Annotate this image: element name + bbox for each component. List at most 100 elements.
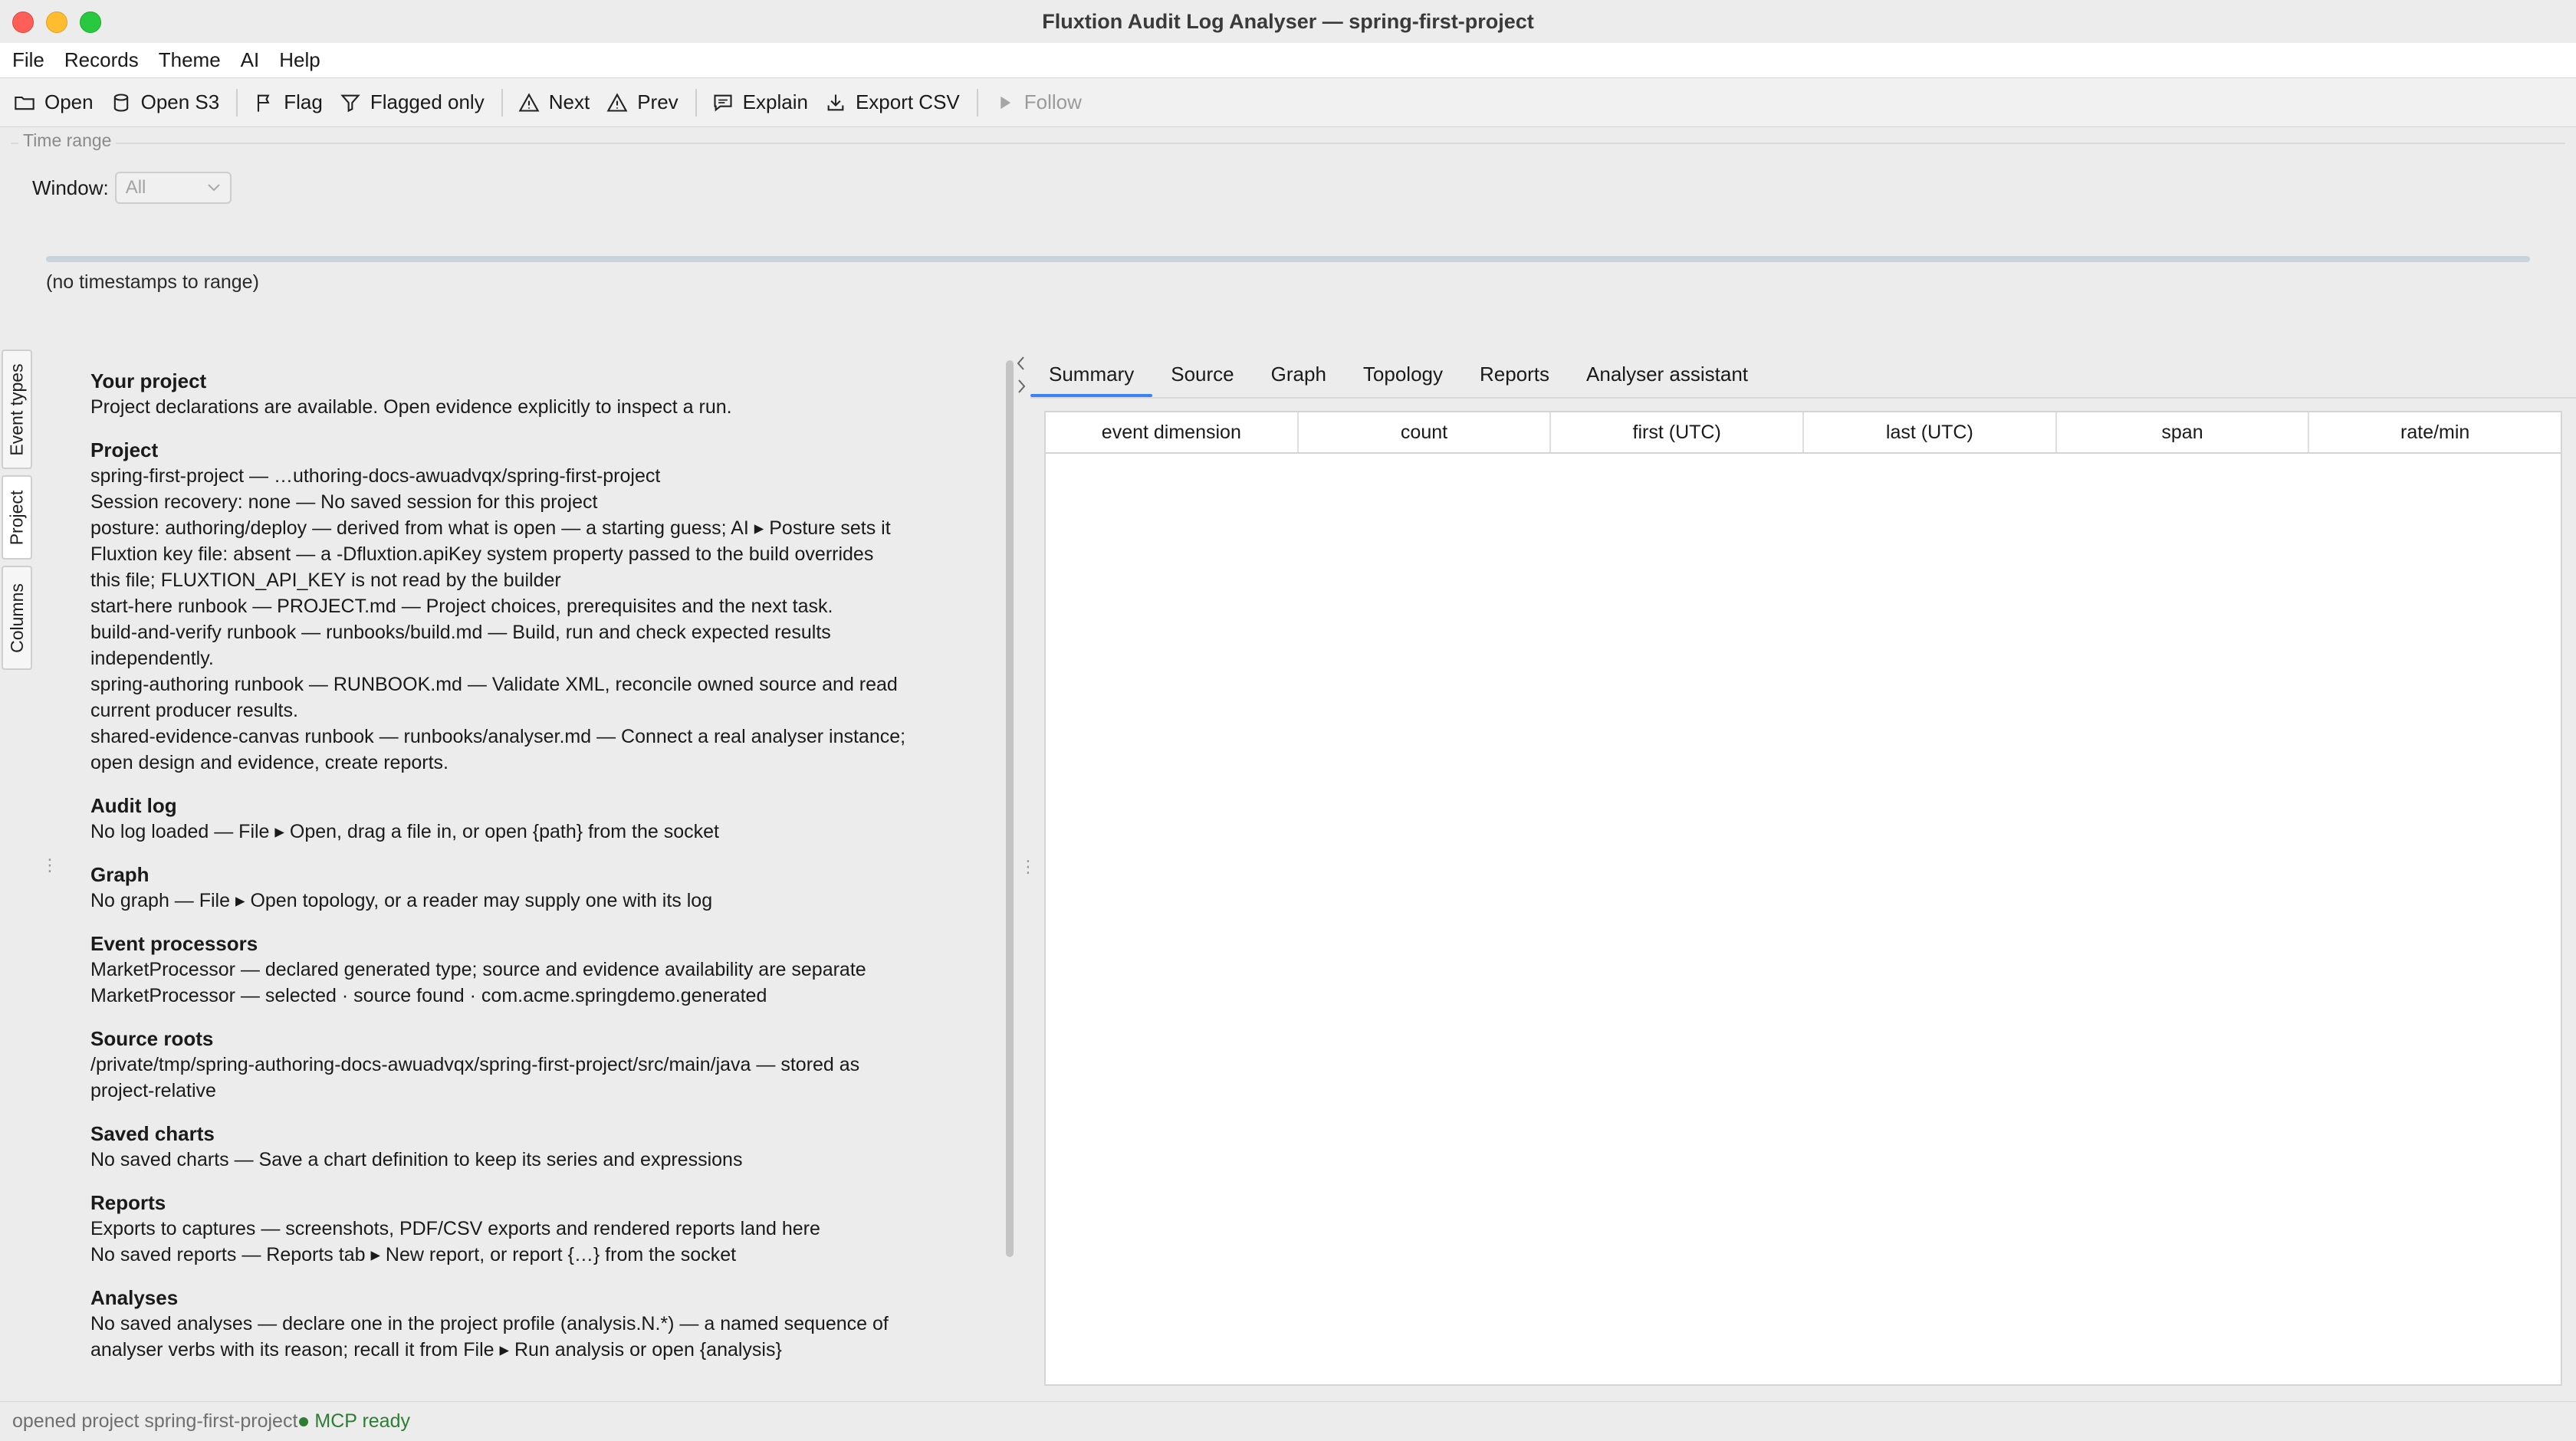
follow-button[interactable]: Follow	[994, 90, 1082, 114]
project-section-line: shared-evidence-canvas runbook — runbook…	[90, 726, 906, 747]
flag-button[interactable]: Flag	[253, 90, 323, 114]
zoom-window-button[interactable]	[80, 11, 101, 33]
follow-button-label: Follow	[1024, 90, 1082, 113]
flagged-only-button[interactable]: Flagged only	[340, 90, 485, 114]
open-button-label: Open	[44, 90, 94, 113]
tab-topology[interactable]: Topology	[1345, 363, 1461, 397]
window-title: Fluxtion Audit Log Analyser — spring-fir…	[1042, 9, 1534, 33]
project-section-line: Exports to captures — screenshots, PDF/C…	[90, 1218, 820, 1239]
close-window-button[interactable]	[12, 11, 34, 33]
side-tab-event-types[interactable]: Event types	[2, 350, 32, 469]
chevron-left-icon[interactable]	[1014, 354, 1029, 373]
project-section: Saved charts No saved charts — Save a cha…	[90, 1121, 1003, 1173]
project-section: Project spring-first-project — …uthoring-…	[90, 437, 1003, 776]
flag-icon	[258, 94, 270, 112]
column-header-first[interactable]: first (UTC)	[1551, 412, 1805, 452]
menu-ai[interactable]: AI	[241, 48, 260, 72]
tab-summary[interactable]: Summary	[1030, 363, 1153, 397]
prev-button-label: Prev	[637, 90, 678, 113]
time-range-note: (no timestamps to range)	[46, 271, 259, 293]
explain-button-label: Explain	[742, 90, 808, 113]
side-tab-label: Project	[6, 490, 27, 545]
column-header-rate[interactable]: rate/min	[2309, 412, 2561, 452]
column-header-last[interactable]: last (UTC)	[1804, 412, 2057, 452]
side-tab-project[interactable]: Project	[2, 475, 32, 560]
side-tab-columns[interactable]: Columns	[2, 566, 32, 670]
next-button[interactable]: Next	[518, 90, 590, 114]
project-section: Source roots/private/tmp/spring-authorin…	[90, 1026, 1003, 1104]
window-controls	[12, 11, 101, 33]
status-bar: opened project spring-first-project MCP …	[0, 1401, 2576, 1441]
column-header-event-dimension[interactable]: event dimension	[1046, 412, 1299, 452]
project-section-line: Fluxtion key file: absent — a -Dfluxtion…	[90, 543, 874, 565]
project-section-line: No saved charts — Save a chart definitio…	[90, 1149, 743, 1170]
project-section-title: Your project	[90, 369, 207, 392]
open-s3-button[interactable]: Open S3	[110, 90, 219, 114]
toolbar: Open Open S3 Flag Flagged only Next Prev…	[0, 78, 2576, 127]
project-section-line: open design and evidence, create reports…	[90, 752, 449, 773]
tab-analyser-assistant[interactable]: Analyser assistant	[1568, 363, 1766, 397]
mcp-status-dot-icon	[299, 1416, 309, 1426]
toolbar-separator	[695, 88, 697, 117]
comment-icon	[714, 94, 732, 112]
mcp-status: MCP ready	[314, 1410, 410, 1432]
next-button-label: Next	[548, 90, 590, 113]
folder-icon	[15, 96, 34, 110]
tab-graph[interactable]: Graph	[1253, 363, 1345, 397]
status-message: opened project spring-first-project	[12, 1410, 298, 1432]
project-section-line: project-relative	[90, 1080, 216, 1101]
main-tabs: Summary Source Graph Topology Reports An…	[1030, 351, 2576, 397]
column-header-count[interactable]: count	[1299, 412, 1552, 452]
project-section-line: No saved analyses — declare one in the p…	[90, 1313, 889, 1334]
tab-source[interactable]: Source	[1152, 363, 1252, 397]
project-section-line: MarketProcessor — declared generated typ…	[90, 959, 866, 980]
project-section-line: current producer results.	[90, 700, 298, 721]
menu-help[interactable]: Help	[279, 48, 320, 72]
project-section-line: this file; FLUXTION_API_KEY is not read …	[90, 570, 561, 591]
prev-button[interactable]: Prev	[606, 90, 678, 114]
project-section-title: Analyses	[90, 1286, 179, 1309]
project-section-title: Graph	[90, 863, 150, 886]
project-section-line: posture: authoring/deploy — derived from…	[90, 517, 891, 539]
menu-theme[interactable]: Theme	[159, 48, 221, 72]
project-section: Reports Exports to captures — screenshots…	[90, 1190, 1003, 1268]
open-button[interactable]: Open	[14, 90, 94, 114]
chevron-right-icon[interactable]	[1014, 377, 1029, 396]
project-section-title: Event processors	[90, 932, 258, 955]
project-section-title: Audit log	[90, 794, 177, 817]
window-label: Window:	[32, 176, 109, 199]
project-section: Audit log No log loaded — File ▸ Open, dr…	[90, 793, 1003, 845]
project-section: Analyses No saved analyses — declare one …	[90, 1285, 1003, 1363]
app-window: Fluxtion Audit Log Analyser — spring-fir…	[0, 0, 2576, 1441]
project-section-title: Reports	[90, 1191, 166, 1214]
column-header-span[interactable]: span	[2057, 412, 2310, 452]
explain-button[interactable]: Explain	[712, 90, 808, 114]
warning-icon	[606, 92, 628, 112]
export-csv-button[interactable]: Export CSV	[825, 90, 960, 114]
minimize-window-button[interactable]	[46, 11, 67, 33]
chevron-down-icon	[207, 184, 220, 192]
filter-icon	[340, 94, 360, 112]
toolbar-separator	[236, 88, 238, 117]
export-csv-button-label: Export CSV	[855, 90, 960, 113]
project-panel: Your project Project declarations are ava…	[37, 351, 1010, 1401]
tab-reports[interactable]: Reports	[1461, 363, 1568, 397]
toolbar-separator	[976, 88, 978, 117]
menu-records[interactable]: Records	[64, 48, 139, 72]
drag-handle-icon[interactable]: ⋮	[41, 857, 58, 874]
window-select[interactable]: All	[114, 172, 232, 204]
project-section-line: analyser verbs with its reason; recall i…	[90, 1339, 782, 1361]
project-panel-scrollbar[interactable]	[1006, 360, 1014, 1257]
project-section-line: No log loaded — File ▸ Open, drag a file…	[90, 821, 719, 842]
splitter-handle-icon[interactable]: ⋮	[1020, 858, 1037, 875]
title-bar: Fluxtion Audit Log Analyser — spring-fir…	[0, 0, 2576, 43]
project-section-line: independently.	[90, 648, 214, 669]
flagged-only-button-label: Flagged only	[370, 90, 485, 113]
project-section-line: No graph — File ▸ Open topology, or a re…	[90, 890, 713, 911]
table-header: event dimension count first (UTC) last (…	[1046, 412, 2561, 454]
project-section-line: spring-first-project — …uthoring-docs-aw…	[90, 465, 661, 487]
menu-file[interactable]: File	[12, 48, 44, 72]
time-range-slider[interactable]	[46, 256, 2530, 262]
project-section: Graph No graph — File ▸ Open topology, or…	[90, 862, 1003, 914]
summary-table[interactable]: event dimension count first (UTC) last (…	[1044, 411, 2562, 1386]
